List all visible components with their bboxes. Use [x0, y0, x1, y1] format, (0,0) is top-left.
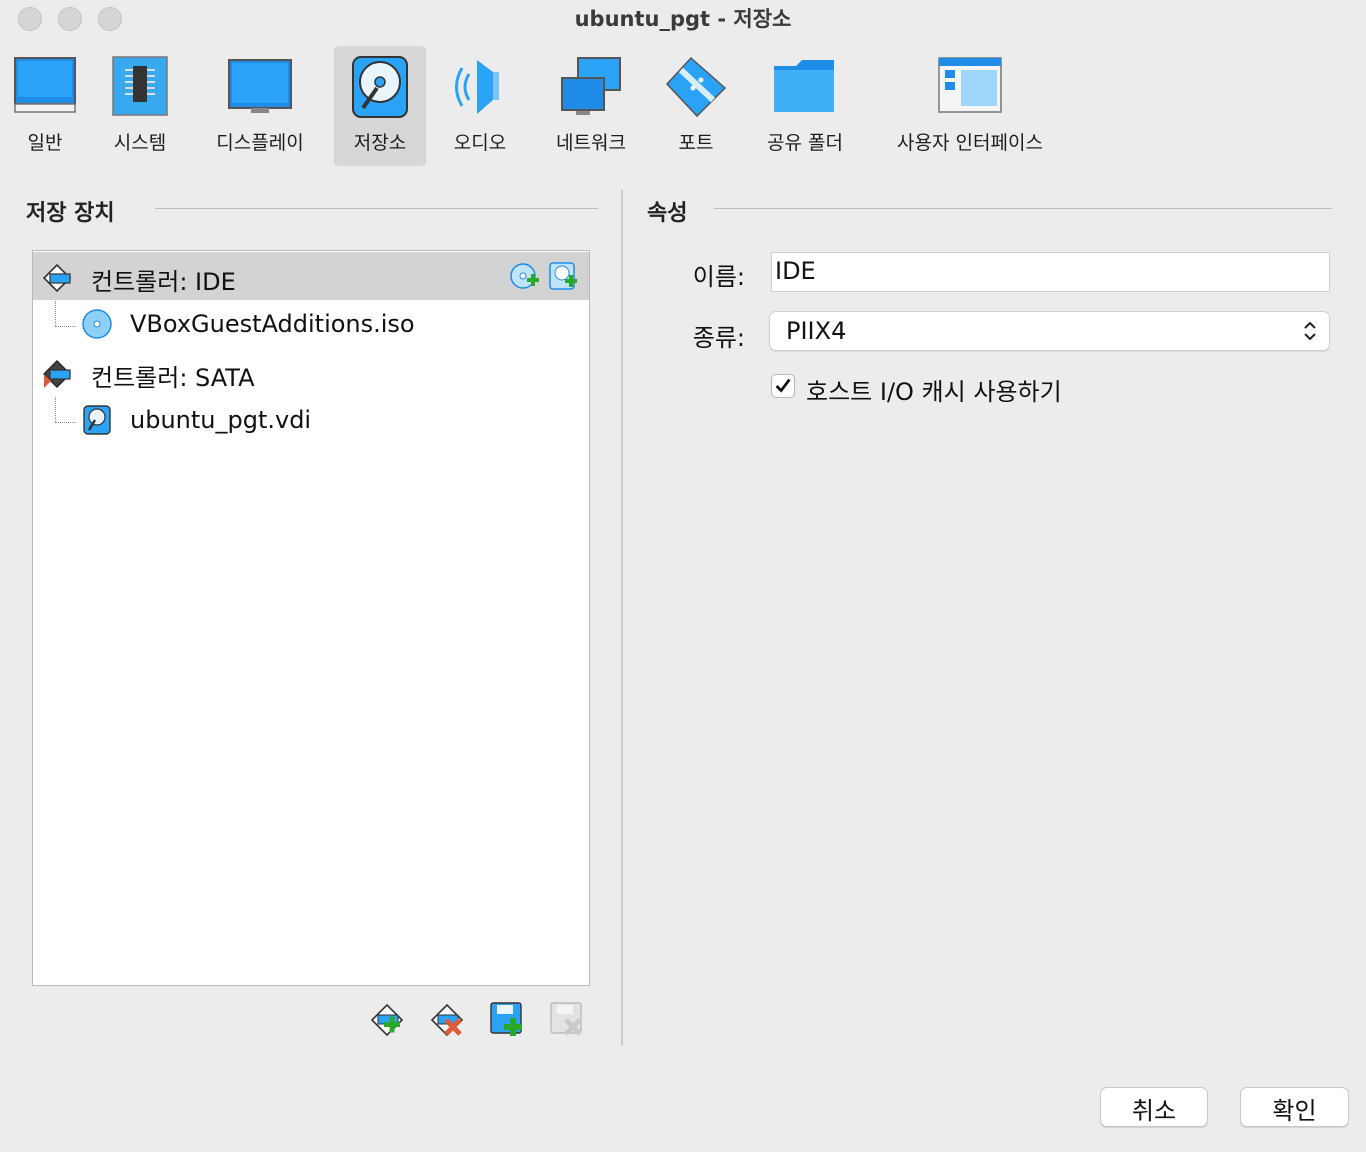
- display-icon: [228, 59, 292, 113]
- tab-shared-folders-label: 공유 폴더: [767, 132, 843, 154]
- chevron-up-down-icon: [1304, 321, 1316, 341]
- network-icon: [561, 57, 621, 115]
- monitor-general-icon: [14, 57, 76, 113]
- tab-display[interactable]: 디스플레이: [204, 46, 316, 166]
- tab-ports[interactable]: 포트: [656, 46, 736, 166]
- tab-storage[interactable]: 저장소: [334, 46, 426, 166]
- host-cache-checkbox[interactable]: [771, 374, 795, 398]
- add-optical-drive-icon[interactable]: [509, 260, 541, 292]
- tab-system-label: 시스템: [113, 132, 167, 154]
- name-input[interactable]: IDE: [771, 252, 1330, 292]
- tab-network[interactable]: 네트워크: [544, 46, 638, 166]
- tab-ports-label: 포트: [678, 132, 714, 154]
- ide-controller-icon: [42, 263, 72, 292]
- optical-disc-label: VBoxGuestAdditions.iso: [130, 310, 415, 338]
- tab-user-interface-label: 사용자 인터페이스: [897, 132, 1043, 154]
- user-interface-icon: [938, 57, 1002, 113]
- sata-controller-icon: [43, 360, 71, 388]
- shared-folder-icon: [774, 60, 834, 112]
- name-field-label: 이름:: [692, 263, 745, 291]
- controller-type-select[interactable]: PIIX4: [769, 311, 1330, 351]
- attributes-heading-rule: [714, 208, 1332, 209]
- add-controller-icon[interactable]: [368, 1000, 406, 1038]
- tree-row-ide-controller[interactable]: 컨트롤러: IDE: [33, 252, 589, 300]
- tab-general-label: 일반: [27, 132, 63, 154]
- tab-general[interactable]: 일반: [6, 46, 84, 166]
- settings-window: ubuntu_pgt - 저장소 일반 시스템 디스플레이 저장소 오디오 네트…: [0, 0, 1366, 1152]
- ide-controller-label: 컨트롤러: IDE: [91, 268, 236, 296]
- storage-tree[interactable]: 컨트롤러: IDE VBoxGuestAdditions.iso 컨트롤러: S…: [32, 250, 590, 986]
- tree-row-hard-disk[interactable]: ubuntu_pgt.vdi: [33, 396, 589, 444]
- sata-controller-label: 컨트롤러: SATA: [91, 364, 255, 392]
- title-bar: ubuntu_pgt - 저장소: [0, 0, 1366, 38]
- tab-system[interactable]: 시스템: [100, 46, 180, 166]
- tab-network-label: 네트워크: [556, 132, 626, 154]
- controller-type-value: PIIX4: [786, 317, 847, 345]
- tab-storage-label: 저장소: [353, 132, 407, 154]
- window-title: ubuntu_pgt - 저장소: [574, 7, 792, 31]
- speaker-icon: [455, 60, 499, 114]
- checkmark-icon: [775, 378, 791, 393]
- pane-divider: [621, 190, 623, 1046]
- serial-port-icon: [665, 56, 727, 118]
- host-cache-label[interactable]: 호스트 I/O 캐시 사용하기: [806, 372, 1062, 407]
- storage-devices-heading: 저장 장치: [26, 201, 115, 226]
- tab-user-interface[interactable]: 사용자 인터페이스: [878, 46, 1062, 166]
- chip-icon: [112, 56, 168, 116]
- add-hard-disk-icon[interactable]: [547, 260, 579, 292]
- add-attachment-icon[interactable]: [488, 1000, 526, 1038]
- type-field-label: 종류:: [692, 324, 745, 352]
- remove-controller-icon[interactable]: [428, 1000, 466, 1038]
- tab-display-label: 디스플레이: [216, 132, 304, 154]
- hard-disk-label: ubuntu_pgt.vdi: [130, 406, 312, 434]
- cancel-button[interactable]: 취소: [1100, 1087, 1208, 1127]
- tree-row-sata-controller[interactable]: 컨트롤러: SATA: [33, 348, 589, 396]
- tree-row-optical-disc[interactable]: VBoxGuestAdditions.iso: [33, 300, 589, 348]
- attributes-heading: 속성: [647, 201, 688, 226]
- tab-shared-folders[interactable]: 공유 폴더: [754, 46, 856, 166]
- storage-heading-rule: [155, 208, 598, 209]
- storage-disk-icon: [352, 56, 408, 118]
- tab-audio[interactable]: 오디오: [440, 46, 520, 166]
- optical-disc-icon: [82, 309, 112, 339]
- tab-audio-label: 오디오: [453, 132, 507, 154]
- remove-attachment-icon[interactable]: [548, 1000, 586, 1038]
- ok-button[interactable]: 확인: [1240, 1087, 1349, 1127]
- hard-disk-icon: [83, 405, 111, 435]
